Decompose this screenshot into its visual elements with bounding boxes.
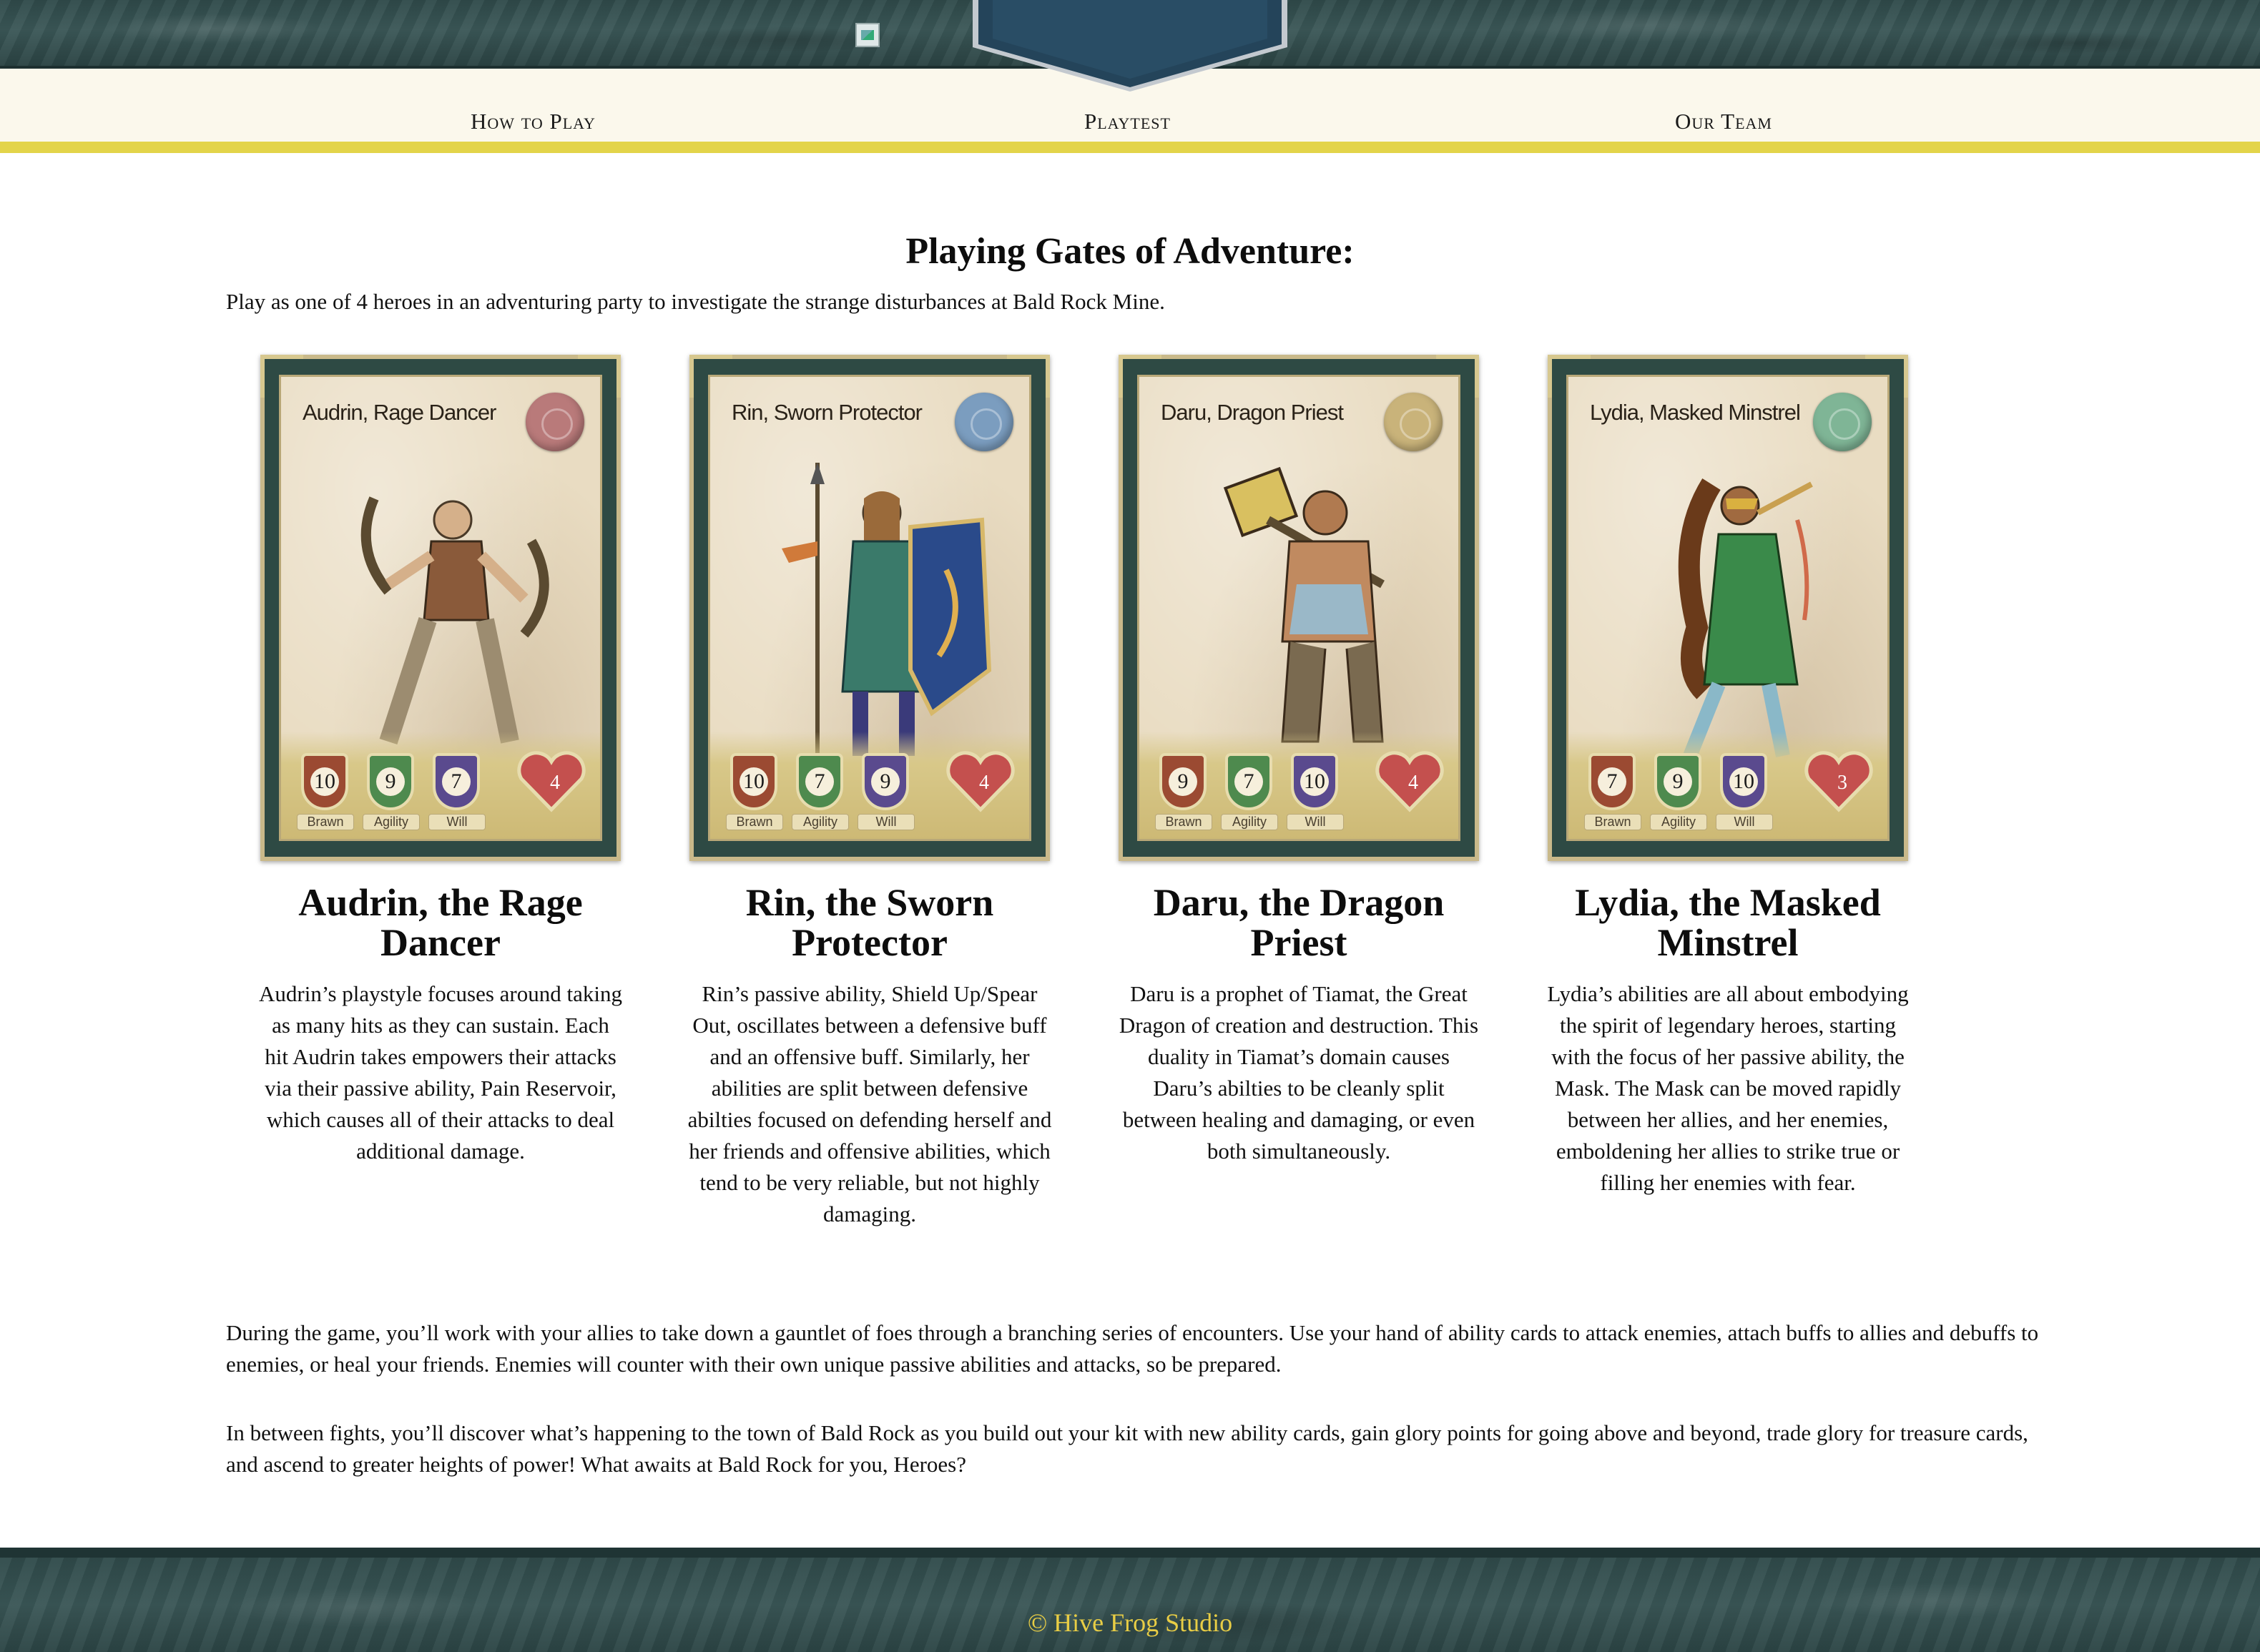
nav-how-to-play[interactable]: How to Play (471, 109, 596, 134)
nav-our-team[interactable]: Our Team (1675, 109, 1772, 134)
wax-seal-icon (526, 393, 584, 451)
brawn-label: Brawn (1584, 814, 1641, 830)
health-value: 4 (550, 772, 560, 794)
health-value: 4 (979, 772, 989, 794)
hero-description: Daru is a prophet of Tiamat, the Great D… (1119, 981, 1479, 1164)
hero-title: Daru, the Dragon Priest (1153, 881, 1445, 964)
will-shield-icon: 9 (862, 753, 909, 810)
brawn-label: Brawn (726, 814, 783, 830)
header-banner (973, 0, 1287, 92)
hero-lydia: Lydia, Masked Minstrel 7 9 10 Brawn Agil… (1542, 355, 1914, 1199)
health-value: 3 (1837, 772, 1847, 794)
footer: © Hive Frog Studio (0, 1548, 2260, 1652)
stats-bar: 7 9 10 Brawn Agility Will 3 (1568, 732, 1887, 839)
will-label: Will (858, 814, 915, 830)
stats-bar: 9 7 10 Brawn Agility Will 4 (1139, 732, 1458, 839)
will-label: Will (1287, 814, 1344, 830)
hero-description: Audrin’s playstyle focuses around taking… (259, 981, 622, 1164)
agility-shield-icon: 9 (1654, 753, 1701, 810)
will-shield-icon: 10 (1291, 753, 1338, 810)
wax-seal-icon (1813, 393, 1872, 451)
hero-audrin: Audrin, Rage Dancer 10 9 7 Brawn Agility… (255, 355, 627, 1167)
brawn-label: Brawn (297, 814, 354, 830)
site-logo-broken-image[interactable] (855, 23, 880, 47)
card-name: Rin, Sworn Protector (732, 400, 923, 425)
hero-illustration (782, 463, 992, 763)
hero-card-image[interactable]: Lydia, Masked Minstrel 7 9 10 Brawn Agil… (1548, 355, 1908, 861)
footer-copyright: © Hive Frog Studio (1027, 1608, 1233, 1637)
will-shield-icon: 10 (1720, 753, 1767, 810)
agility-label: Agility (363, 814, 420, 830)
page-title: Playing Gates of Adventure: (905, 231, 1355, 272)
agility-shield-icon: 9 (367, 753, 414, 810)
stats-bar: 10 7 9 Brawn Agility Will 4 (710, 732, 1029, 839)
brawn-shield-icon: 10 (730, 753, 777, 810)
agility-shield-icon: 7 (1225, 753, 1272, 810)
hero-title: Audrin, the Rage Dancer (298, 881, 583, 964)
intro-text: Play as one of 4 heroes in an adventurin… (226, 289, 1165, 314)
agility-label: Agility (1221, 814, 1278, 830)
hero-card-image[interactable]: Daru, Dragon Priest 9 7 10 Brawn Agility… (1119, 355, 1479, 861)
hero-daru: Daru, Dragon Priest 9 7 10 Brawn Agility… (1113, 355, 1485, 1167)
hero-rin: Rin, Sworn Protector 10 7 9 Brawn Agilit… (684, 355, 1056, 1230)
card-name: Audrin, Rage Dancer (303, 400, 496, 425)
hero-title: Rin, the Sworn Protector (745, 881, 994, 964)
hero-card-image[interactable]: Audrin, Rage Dancer 10 9 7 Brawn Agility… (260, 355, 621, 861)
hero-illustration (1223, 466, 1385, 743)
hero-illustration (360, 496, 549, 745)
nav-playtest[interactable]: Playtest (1084, 109, 1171, 134)
agility-label: Agility (792, 814, 849, 830)
hero-description: Lydia’s abilities are all about embodyin… (1547, 981, 1909, 1195)
wax-seal-icon (955, 393, 1013, 451)
agility-shield-icon: 7 (796, 753, 843, 810)
stats-bar: 10 9 7 Brawn Agility Will 4 (281, 732, 600, 839)
hero-title: Lydia, the Masked Minstrel (1575, 881, 1881, 964)
hero-description: Rin’s passive ability, Shield Up/Spear O… (687, 981, 1052, 1226)
hero-illustration (1678, 478, 1813, 759)
wax-seal-icon (1384, 393, 1443, 451)
brawn-shield-icon: 9 (1159, 753, 1207, 810)
will-shield-icon: 7 (433, 753, 480, 810)
gameplay-paragraph: During the game, you’ll work with your a… (226, 1320, 2039, 1377)
will-label: Will (1716, 814, 1773, 830)
card-name: Lydia, Masked Minstrel (1590, 400, 1801, 425)
brawn-shield-icon: 10 (301, 753, 348, 810)
hero-card-image[interactable]: Rin, Sworn Protector 10 7 9 Brawn Agilit… (689, 355, 1050, 861)
brawn-shield-icon: 7 (1588, 753, 1636, 810)
brawn-label: Brawn (1155, 814, 1212, 830)
will-label: Will (428, 814, 486, 830)
health-value: 4 (1408, 772, 1418, 794)
progression-paragraph: In between fights, you’ll discover what’… (226, 1420, 2028, 1477)
agility-label: Agility (1650, 814, 1707, 830)
card-name: Daru, Dragon Priest (1161, 400, 1344, 425)
